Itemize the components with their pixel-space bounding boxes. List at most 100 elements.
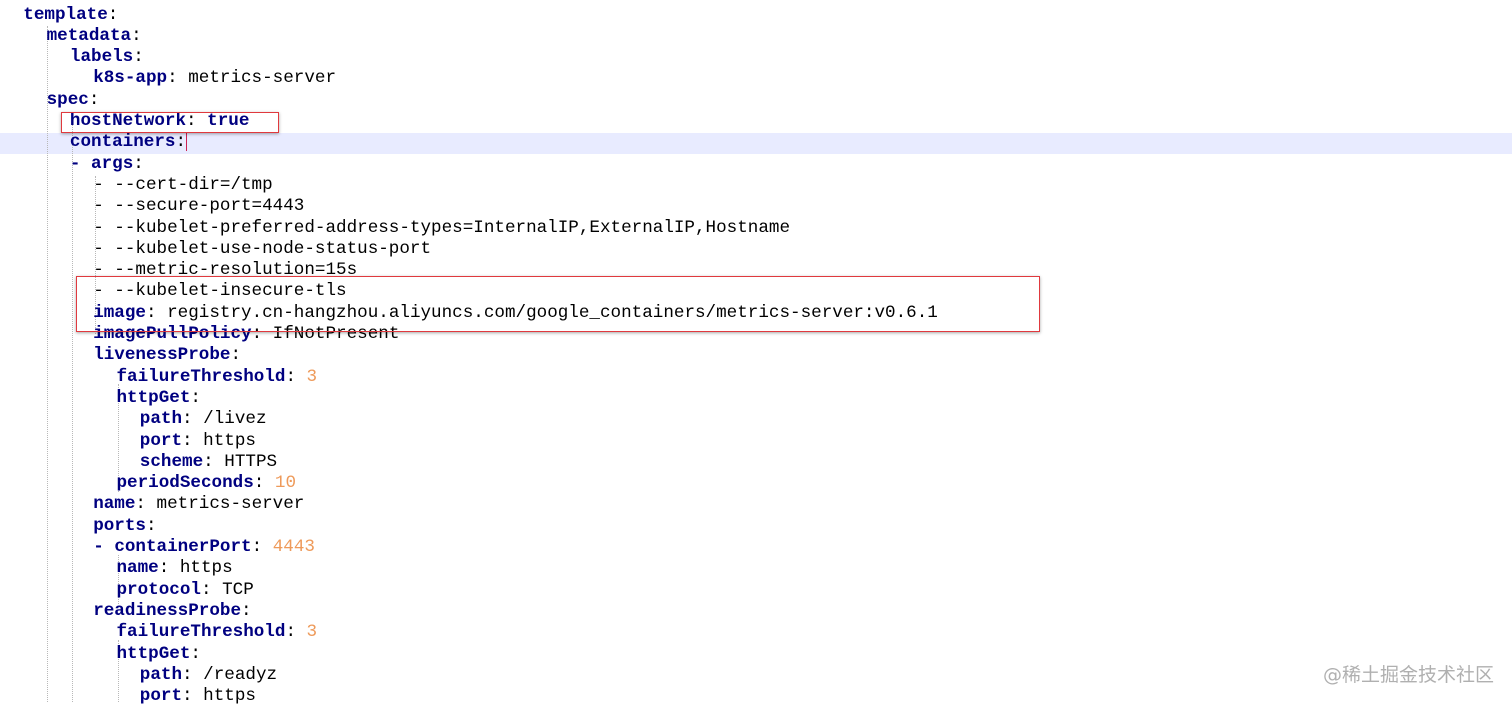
yaml-key: port bbox=[139, 430, 183, 451]
yaml-colon: : bbox=[200, 579, 212, 600]
yaml-value: https bbox=[192, 686, 256, 707]
current-line-highlight bbox=[0, 133, 1512, 155]
yaml-colon: : bbox=[133, 153, 144, 174]
code-editor[interactable]: template: metadata: labels: k8s-app: metric… bbox=[0, 0, 1512, 706]
code-line: path: /readyz bbox=[140, 665, 277, 686]
yaml-key: labels bbox=[69, 47, 134, 68]
yaml-colon: : bbox=[182, 686, 193, 707]
yaml-key: livenessProbe bbox=[93, 345, 231, 366]
yaml-colon: : bbox=[135, 494, 146, 515]
code-line: periodSeconds: 10 bbox=[117, 473, 297, 494]
yaml-key: scheme bbox=[139, 451, 204, 472]
code-line: port: https bbox=[140, 431, 256, 452]
yaml-key: template bbox=[23, 4, 108, 25]
highlight-box-hostnetwork bbox=[61, 112, 279, 133]
yaml-colon: : bbox=[167, 68, 178, 89]
yaml-value: HTTPS bbox=[213, 451, 278, 472]
yaml-value: 3 bbox=[296, 366, 318, 387]
watermark: @稀土掘金技术社区 bbox=[1322, 664, 1494, 686]
code-line: scheme: HTTPS bbox=[140, 452, 277, 473]
yaml-key: failureThreshold bbox=[116, 622, 286, 643]
text-caret bbox=[186, 132, 188, 151]
yaml-colon: : bbox=[133, 47, 144, 68]
code-line: name: https bbox=[117, 558, 233, 579]
yaml-colon: : bbox=[182, 430, 193, 451]
code-line: k8s-app: metrics-server bbox=[93, 68, 336, 89]
yaml-colon: : bbox=[190, 643, 201, 664]
yaml-colon: : bbox=[158, 558, 170, 579]
yaml-colon: : bbox=[253, 473, 265, 494]
code-line: - --kubelet-preferred-address-types=Inte… bbox=[93, 218, 790, 239]
yaml-value: /livez bbox=[192, 409, 267, 430]
yaml-key: httpGet bbox=[116, 387, 191, 408]
code-line: readinessProbe: bbox=[93, 601, 251, 622]
yaml-key: containers bbox=[69, 132, 176, 153]
yaml-value: https bbox=[169, 558, 233, 579]
list-dash: - bbox=[93, 537, 115, 557]
code-line: port: https bbox=[140, 686, 256, 707]
code-line: name: metrics-server bbox=[93, 494, 304, 515]
indent-guide bbox=[72, 112, 73, 702]
yaml-colon: : bbox=[285, 622, 296, 643]
yaml-colon: : bbox=[145, 515, 157, 536]
yaml-colon: : bbox=[182, 664, 193, 685]
code-line: spec: bbox=[47, 90, 100, 111]
yaml-value: TCP bbox=[211, 579, 254, 600]
yaml-value: - --kubelet-use-node-status-port bbox=[93, 238, 432, 259]
indent-guide bbox=[47, 26, 48, 702]
yaml-value: 3 bbox=[296, 622, 318, 643]
yaml-key: containerPort bbox=[114, 537, 252, 557]
yaml-key: ports bbox=[93, 515, 146, 536]
yaml-key: k8s-app bbox=[93, 68, 168, 89]
yaml-colon: : bbox=[251, 537, 263, 557]
code-line: - --secure-port=4443 bbox=[93, 196, 304, 217]
yaml-key: periodSeconds bbox=[116, 473, 254, 494]
yaml-colon: : bbox=[190, 387, 201, 408]
code-line: failureThreshold: 3 bbox=[117, 622, 318, 643]
code-line: failureThreshold: 3 bbox=[117, 367, 318, 388]
yaml-value: metrics-server bbox=[177, 68, 337, 89]
code-line: - args: bbox=[70, 154, 144, 175]
yaml-value: 4443 bbox=[262, 537, 315, 557]
yaml-value: - --cert-dir=/tmp bbox=[93, 174, 273, 195]
yaml-value: - --secure-port=4443 bbox=[93, 196, 305, 217]
yaml-value: metrics-server bbox=[145, 494, 305, 515]
yaml-key: failureThreshold bbox=[116, 366, 286, 387]
yaml-colon: : bbox=[131, 25, 142, 46]
yaml-key: name bbox=[116, 558, 159, 579]
code-line: - --kubelet-use-node-status-port bbox=[93, 239, 431, 260]
highlight-box-image bbox=[76, 276, 1040, 332]
yaml-key: args bbox=[91, 153, 134, 174]
code-line: livenessProbe: bbox=[93, 345, 241, 366]
code-line: path: /livez bbox=[140, 409, 267, 430]
code-line: ports: bbox=[93, 516, 156, 537]
yaml-colon: : bbox=[230, 345, 242, 366]
code-line: metadata: bbox=[47, 26, 142, 47]
yaml-value: - --kubelet-preferred-address-types=Inte… bbox=[93, 217, 791, 238]
code-line: httpGet: bbox=[117, 388, 201, 409]
list-dash: - bbox=[69, 153, 92, 174]
yaml-key: name bbox=[93, 494, 136, 515]
yaml-key: metadata bbox=[46, 25, 132, 46]
yaml-colon: : bbox=[88, 89, 100, 110]
code-line: labels: bbox=[70, 47, 144, 68]
code-line: - --cert-dir=/tmp bbox=[93, 175, 273, 196]
yaml-colon: : bbox=[182, 409, 193, 430]
yaml-colon: : bbox=[203, 451, 214, 472]
yaml-colon: : bbox=[175, 132, 187, 153]
code-line: template: bbox=[23, 5, 118, 26]
yaml-key: spec bbox=[46, 89, 89, 110]
yaml-colon: : bbox=[241, 600, 252, 621]
yaml-key: path bbox=[139, 664, 183, 685]
code-line: containers: bbox=[69, 132, 188, 153]
yaml-colon: : bbox=[107, 4, 119, 25]
yaml-key: readinessProbe bbox=[93, 600, 241, 621]
yaml-colon: : bbox=[285, 366, 296, 387]
yaml-key: protocol bbox=[116, 579, 201, 600]
yaml-value: 10 bbox=[264, 473, 297, 494]
yaml-value: https bbox=[192, 430, 256, 451]
code-line: httpGet: bbox=[117, 644, 201, 665]
yaml-key: path bbox=[139, 409, 183, 430]
code-line: protocol: TCP bbox=[117, 580, 254, 601]
yaml-key: httpGet bbox=[116, 643, 191, 664]
